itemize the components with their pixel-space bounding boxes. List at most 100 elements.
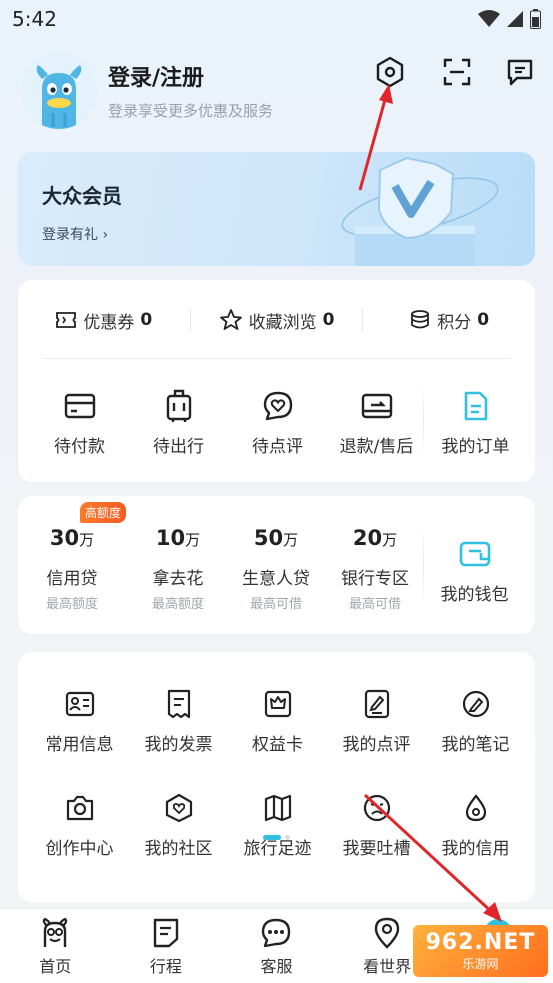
vip-shield-illustration (341, 156, 499, 266)
creation-center-button[interactable]: 创作中心 (31, 790, 128, 859)
crown-card-icon (264, 690, 291, 718)
loan-subtitle: 最高额度 (151, 597, 204, 612)
benefit-card-label: 权益卡 (252, 735, 303, 755)
loan-amount-value: 10 (155, 526, 186, 550)
trip-icon (153, 918, 179, 948)
coupons-label: 优惠券 (83, 312, 135, 333)
camera-icon (66, 795, 93, 821)
loan-amount-value: 30 (49, 526, 80, 550)
pending-trip-label: 待出行 (153, 437, 204, 457)
refund-aftersale-label: 退款/售后 (339, 437, 414, 457)
points-label: 积分 (437, 312, 472, 333)
refund-icon (361, 393, 392, 419)
loan-name: 银行专区 (341, 569, 409, 589)
pending-review-button[interactable]: 待点评 (229, 388, 326, 457)
my-reviews-button[interactable]: 我的点评 (328, 686, 425, 755)
map-icon (264, 794, 291, 822)
membership-card[interactable]: 大众会员 登录有礼 › (18, 152, 535, 266)
pencil-icon (462, 690, 489, 718)
bank-zone-item[interactable]: 20万 银行专区 最高可借 (326, 496, 424, 634)
loan-name: 信用贷 (46, 569, 98, 589)
home-mascot-icon (43, 917, 68, 947)
nav-home[interactable]: 首页 (0, 909, 111, 983)
orders-row: 待付款 待出行 待点评 退款/售后 我的订单 (18, 388, 535, 457)
loan-amount-value: 50 (253, 526, 284, 550)
scan-icon (443, 58, 471, 86)
settings-button[interactable] (372, 54, 408, 90)
stats-row: 优惠券 0 收藏浏览 0 积分 0 (18, 296, 535, 344)
message-icon (507, 59, 533, 86)
wallet-icon (459, 541, 490, 567)
my-credit-button[interactable]: 我的信用 (427, 790, 524, 859)
benefit-card-button[interactable]: 权益卡 (229, 686, 326, 755)
naquhua-item[interactable]: 10万 拿去花 最高额度 (129, 496, 227, 634)
creation-center-label: 创作中心 (45, 839, 114, 859)
travel-footprint-button[interactable]: 旅行足迹 (229, 790, 326, 859)
edit-note-icon (364, 689, 389, 719)
services-row-2: 创作中心 我的社区 旅行足迹 我要吐槽 我的信用 (18, 790, 535, 859)
services-row-1: 常用信息 我的发票 权益卡 我的点评 我的笔记 (18, 686, 535, 755)
login-register-title[interactable]: 登录/注册 (108, 60, 204, 92)
page-indicator (263, 835, 290, 840)
login-subtitle: 登录享受更多优惠及服务 (108, 102, 274, 120)
community-icon (165, 793, 192, 823)
favorites-stat[interactable]: 收藏浏览 0 (191, 308, 363, 333)
my-invoice-button[interactable]: 我的发票 (130, 686, 227, 755)
refund-aftersale-button[interactable]: 退款/售后 (328, 388, 425, 457)
favorites-label: 收藏浏览 (248, 312, 317, 333)
pending-payment-label: 待付款 (54, 437, 105, 457)
status-time: 5:42 (12, 7, 57, 31)
points-stat[interactable]: 积分 0 (363, 308, 535, 333)
card-icon (64, 393, 95, 419)
my-invoice-label: 我的发票 (144, 735, 213, 755)
avatar[interactable] (20, 51, 98, 129)
loan-amount-value: 20 (352, 526, 383, 550)
loan-subtitle: 最高可借 (348, 597, 401, 612)
feedback-button[interactable]: 我要吐槽 (328, 790, 425, 859)
site-watermark: 962.NET 乐游网 (413, 925, 548, 977)
my-orders-button[interactable]: 我的订单 (427, 388, 524, 457)
scan-button[interactable] (439, 54, 475, 90)
nav-trip[interactable]: 行程 (111, 909, 222, 983)
page-dot-active (263, 835, 281, 840)
pending-review-label: 待点评 (252, 437, 303, 457)
loan-subtitle: 最高额度 (45, 597, 98, 612)
my-community-label: 我的社区 (144, 839, 213, 859)
id-card-icon (65, 691, 94, 717)
divider (42, 358, 511, 359)
coupon-icon (56, 312, 77, 328)
pending-payment-button[interactable]: 待付款 (31, 388, 128, 457)
feedback-label: 我要吐槽 (342, 839, 411, 859)
nav-service-label: 客服 (260, 957, 293, 976)
my-orders-label: 我的订单 (441, 437, 510, 457)
star-icon (219, 309, 242, 330)
my-notes-label: 我的笔记 (441, 735, 510, 755)
business-loan-item[interactable]: 50万 生意人贷 最高可借 (227, 496, 325, 634)
finance-card: 高额度 30万 信用贷 最高额度 10万 拿去花 最高额度 50万 生意人贷 最… (18, 496, 535, 634)
my-wallet-button[interactable]: 我的钱包 (426, 536, 523, 605)
common-info-button[interactable]: 常用信息 (31, 686, 128, 755)
my-community-button[interactable]: 我的社区 (130, 790, 227, 859)
loan-amount-unit: 万 (79, 531, 95, 549)
credit-loan-item[interactable]: 30万 信用贷 最高额度 (23, 496, 121, 634)
my-reviews-label: 我的点评 (342, 735, 411, 755)
nav-explore-label: 看世界 (363, 957, 412, 976)
pending-trip-button[interactable]: 待出行 (130, 388, 227, 457)
luggage-icon (166, 389, 191, 422)
message-button[interactable] (502, 54, 538, 90)
my-wallet-label: 我的钱包 (440, 585, 509, 605)
loan-subtitle: 最高可借 (249, 597, 302, 612)
heart-chat-icon (263, 391, 292, 421)
chat-dots-icon (262, 918, 291, 948)
order-icon (464, 391, 487, 421)
nav-service[interactable]: 客服 (221, 909, 332, 983)
coupons-stat[interactable]: 优惠券 0 (18, 308, 190, 333)
loan-amount: 20万 (326, 526, 424, 550)
battery-icon (530, 9, 541, 29)
watermark-sub: 乐游网 (462, 957, 499, 971)
nav-home-label: 首页 (39, 957, 72, 976)
loan-name: 生意人贷 (242, 569, 310, 589)
my-notes-button[interactable]: 我的笔记 (427, 686, 524, 755)
membership-login-gift-link[interactable]: 登录有礼 › (42, 224, 108, 244)
loan-amount-unit: 万 (185, 531, 201, 549)
